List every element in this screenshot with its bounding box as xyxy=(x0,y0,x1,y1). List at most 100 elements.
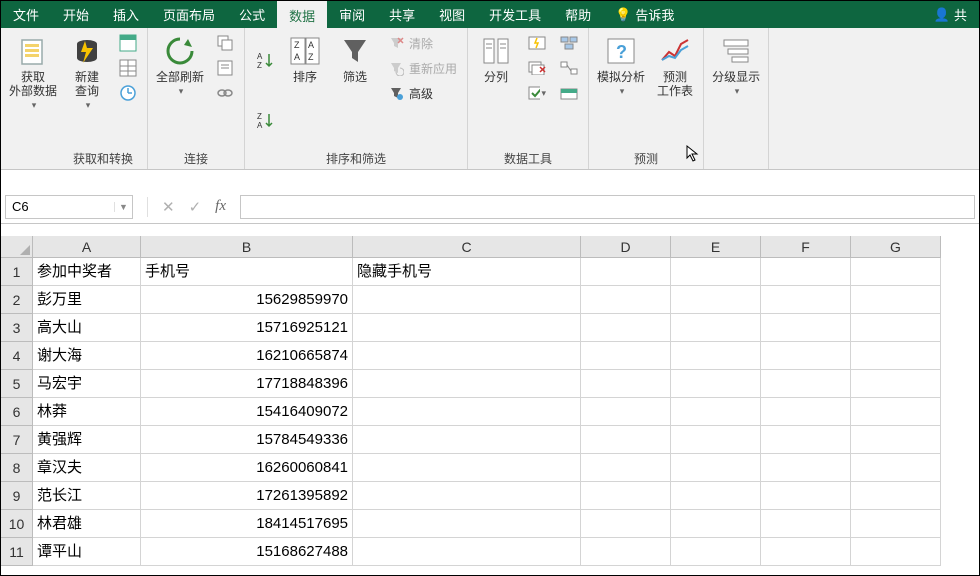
whatif-button[interactable]: ? 模拟分析 xyxy=(595,32,647,99)
properties-button[interactable] xyxy=(212,57,238,79)
cell[interactable] xyxy=(761,538,851,566)
cancel-icon[interactable]: ✕ xyxy=(162,198,175,216)
consolidate-button[interactable] xyxy=(556,32,582,54)
cell[interactable]: 隐藏手机号 xyxy=(353,258,581,286)
outline-button[interactable]: 分级显示 xyxy=(710,32,762,99)
cell[interactable] xyxy=(761,398,851,426)
row-header[interactable]: 11 xyxy=(1,538,33,566)
tab-page-layout[interactable]: 页面布局 xyxy=(151,1,227,28)
row-header[interactable]: 4 xyxy=(1,342,33,370)
cell[interactable] xyxy=(671,426,761,454)
enter-icon[interactable]: ✓ xyxy=(189,198,202,216)
cell[interactable] xyxy=(851,258,941,286)
edit-links-button[interactable] xyxy=(212,82,238,104)
col-header-e[interactable]: E xyxy=(671,236,761,258)
cell[interactable] xyxy=(581,370,671,398)
row-header[interactable]: 7 xyxy=(1,426,33,454)
cell[interactable]: 15716925121 xyxy=(141,314,353,342)
cell[interactable] xyxy=(851,342,941,370)
col-header-d[interactable]: D xyxy=(581,236,671,258)
col-header-f[interactable]: F xyxy=(761,236,851,258)
tellme-box[interactable]: 💡告诉我 xyxy=(603,1,686,28)
cell[interactable] xyxy=(761,482,851,510)
row-header[interactable]: 2 xyxy=(1,286,33,314)
cell[interactable] xyxy=(671,538,761,566)
row-header[interactable]: 9 xyxy=(1,482,33,510)
row-header[interactable]: 5 xyxy=(1,370,33,398)
cell[interactable] xyxy=(581,482,671,510)
cell[interactable] xyxy=(761,510,851,538)
cell[interactable]: 彭万里 xyxy=(33,286,141,314)
remove-dup-button[interactable] xyxy=(524,57,550,79)
cell[interactable] xyxy=(761,314,851,342)
cell[interactable]: 参加中奖者 xyxy=(33,258,141,286)
cell[interactable] xyxy=(353,510,581,538)
text-to-columns-button[interactable]: 分列 xyxy=(474,32,518,86)
row-header[interactable]: 6 xyxy=(1,398,33,426)
cell[interactable] xyxy=(761,342,851,370)
connections-button[interactable] xyxy=(212,32,238,54)
sort-asc-button[interactable]: AZ xyxy=(251,49,277,71)
col-header-c[interactable]: C xyxy=(353,236,581,258)
cell[interactable] xyxy=(851,454,941,482)
cell[interactable] xyxy=(353,314,581,342)
cell[interactable]: 范长江 xyxy=(33,482,141,510)
cell[interactable]: 17261395892 xyxy=(141,482,353,510)
row-header[interactable]: 3 xyxy=(1,314,33,342)
cell[interactable] xyxy=(851,510,941,538)
cell[interactable] xyxy=(581,258,671,286)
tab-review[interactable]: 审阅 xyxy=(327,1,377,28)
reapply-button[interactable]: 重新应用 xyxy=(383,57,461,79)
tab-share[interactable]: 共享 xyxy=(377,1,427,28)
col-header-g[interactable]: G xyxy=(851,236,941,258)
cell[interactable] xyxy=(353,342,581,370)
cell[interactable]: 马宏宇 xyxy=(33,370,141,398)
cell[interactable] xyxy=(851,286,941,314)
cell[interactable]: 18414517695 xyxy=(141,510,353,538)
from-table-button[interactable] xyxy=(115,57,141,79)
tab-file[interactable]: 文件 xyxy=(1,1,51,28)
name-box-input[interactable] xyxy=(6,199,114,214)
cell[interactable] xyxy=(851,538,941,566)
cell[interactable] xyxy=(353,454,581,482)
cell[interactable] xyxy=(851,370,941,398)
cell[interactable] xyxy=(851,314,941,342)
cell[interactable] xyxy=(353,286,581,314)
new-query-button[interactable]: 新建 查询 xyxy=(65,32,109,113)
formula-input[interactable] xyxy=(240,195,975,219)
cell[interactable] xyxy=(761,370,851,398)
cell[interactable] xyxy=(671,370,761,398)
spreadsheet-grid[interactable]: A B C D E F G 1 参加中奖者 手机号 隐藏手机号 2彭万里1562… xyxy=(1,236,979,566)
cell[interactable] xyxy=(581,342,671,370)
cell[interactable] xyxy=(671,314,761,342)
cell[interactable] xyxy=(581,286,671,314)
cell[interactable] xyxy=(671,454,761,482)
cell[interactable] xyxy=(353,398,581,426)
cell[interactable]: 高大山 xyxy=(33,314,141,342)
sort-desc-button[interactable]: ZA xyxy=(251,109,277,131)
sort-button[interactable]: ZAAZ 排序 xyxy=(283,32,327,86)
show-queries-button[interactable] xyxy=(115,32,141,54)
cell[interactable] xyxy=(353,482,581,510)
clear-button[interactable]: 清除 xyxy=(383,32,461,54)
cell[interactable] xyxy=(671,398,761,426)
get-external-data-button[interactable]: 获取 外部数据 xyxy=(7,32,59,113)
cell[interactable]: 林莽 xyxy=(33,398,141,426)
cell[interactable] xyxy=(581,314,671,342)
cell[interactable] xyxy=(761,454,851,482)
cell[interactable] xyxy=(353,370,581,398)
refresh-all-button[interactable]: 全部刷新 xyxy=(154,32,206,99)
row-header[interactable]: 1 xyxy=(1,258,33,286)
cell[interactable] xyxy=(581,426,671,454)
cell[interactable]: 16260060841 xyxy=(141,454,353,482)
cell[interactable] xyxy=(671,482,761,510)
cell[interactable]: 谭平山 xyxy=(33,538,141,566)
cell[interactable] xyxy=(671,342,761,370)
cell[interactable] xyxy=(581,398,671,426)
tab-insert[interactable]: 插入 xyxy=(101,1,151,28)
advanced-button[interactable]: 高级 xyxy=(383,82,461,104)
cell[interactable]: 15784549336 xyxy=(141,426,353,454)
name-box[interactable]: ▼ xyxy=(5,195,133,219)
flash-fill-button[interactable] xyxy=(524,32,550,54)
cell[interactable] xyxy=(761,258,851,286)
